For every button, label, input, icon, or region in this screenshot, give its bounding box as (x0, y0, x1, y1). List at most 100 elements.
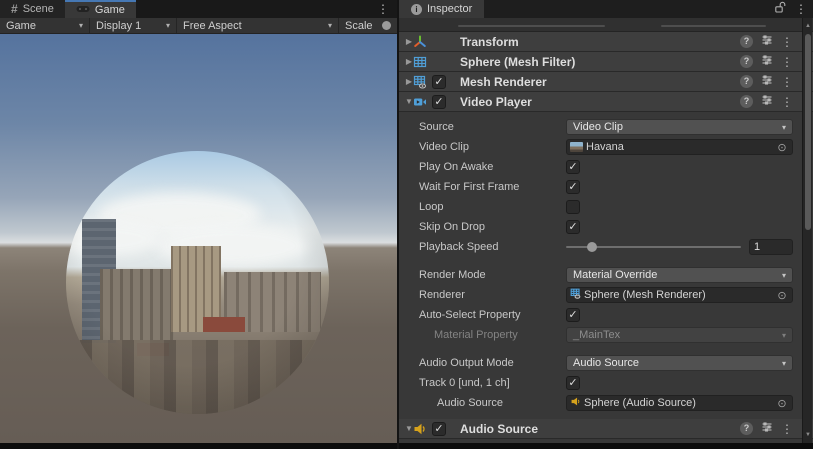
auto-select-checkbox[interactable]: ✓ (566, 308, 580, 322)
tab-scene[interactable]: # Scene (0, 0, 65, 18)
component-header-mesh-filter[interactable]: ▶ Sphere (Mesh Filter) ? ⋮ (399, 52, 813, 72)
audio-source-enabled-checkbox[interactable]: ✓ (432, 422, 446, 436)
source-label: Source (419, 121, 454, 133)
component-menu-button[interactable]: ⋮ (781, 96, 793, 108)
field-skip-on-drop: Skip On Drop ✓ (399, 217, 813, 237)
checkmark: ✓ (434, 96, 443, 108)
aspect-dropdown[interactable]: Free Aspect ▾ (177, 18, 339, 33)
loop-checkbox[interactable] (566, 200, 580, 214)
chevron-down-icon: ▾ (782, 271, 786, 280)
object-picker-icon[interactable]: ⊙ (775, 397, 789, 410)
checkmark: ✓ (568, 309, 577, 321)
mesh-renderer-icon (413, 75, 427, 89)
tab-game-label: Game (95, 4, 125, 16)
playback-speed-slider[interactable] (566, 239, 741, 255)
gamepad-icon (76, 4, 90, 16)
component-label: Video Player (460, 95, 532, 109)
component-header-video-player[interactable]: ▼ ✓ Video Player ? ⋮ (399, 92, 813, 112)
game-panel-menu-button[interactable]: ⋮ (373, 0, 393, 18)
loop-label: Loop (419, 201, 443, 213)
object-picker-icon[interactable]: ⊙ (775, 141, 789, 154)
render-mode-dropdown[interactable]: Material Override ▾ (566, 267, 793, 283)
inspector-scrollbar[interactable]: ▲ ▼ (802, 18, 812, 443)
mesh-renderer-enabled-checkbox[interactable]: ✓ (432, 75, 446, 89)
game-view-toolbar: Game ▾ Display 1 ▾ Free Aspect ▾ Scale (0, 18, 397, 34)
component-menu-button[interactable]: ⋮ (781, 76, 793, 88)
peek-line (661, 25, 766, 27)
component-menu-button[interactable]: ⋮ (781, 56, 793, 68)
scale-label: Scale (345, 20, 373, 32)
inspector-menu-button[interactable]: ⋮ (795, 3, 807, 15)
checkmark: ✓ (434, 423, 443, 435)
chevron-down-icon: ▾ (782, 123, 786, 132)
scroll-up-icon[interactable]: ▲ (803, 20, 813, 32)
play-on-awake-checkbox[interactable]: ✓ (566, 160, 580, 174)
renderer-label: Renderer (419, 289, 465, 301)
audio-source-object-field[interactable]: Sphere (Audio Source) ⊙ (566, 395, 793, 411)
renderer-object-field[interactable]: Sphere (Mesh Renderer) ⊙ (566, 287, 793, 303)
video-clip-value: Havana (586, 141, 775, 153)
aspect-value: Free Aspect (183, 20, 242, 32)
unlock-icon[interactable] (774, 1, 787, 17)
tab-inspector[interactable]: i Inspector (399, 0, 484, 18)
wait-first-frame-label: Wait For First Frame (419, 181, 519, 193)
video-clip-thumbnail (570, 142, 583, 152)
checkmark: ✓ (568, 181, 577, 193)
component-header-audio-source[interactable]: ▼ ✓ Audio Source ? ⋮ (399, 419, 813, 439)
source-dropdown[interactable]: Video Clip ▾ (566, 119, 793, 135)
track0-label: Track 0 [und, 1 ch] (419, 377, 510, 389)
skip-on-drop-checkbox[interactable]: ✓ (566, 220, 580, 234)
presets-icon[interactable] (761, 94, 773, 109)
help-icon[interactable]: ? (740, 422, 753, 435)
tab-inspector-label: Inspector (427, 3, 472, 15)
chevron-down-icon: ▾ (782, 359, 786, 368)
field-auto-select-property: Auto-Select Property ✓ (399, 305, 813, 325)
display-dropdown[interactable]: Display 1 ▾ (90, 18, 177, 33)
mesh-renderer-icon (570, 288, 581, 302)
help-icon[interactable]: ? (740, 95, 753, 108)
field-wait-for-first-frame: Wait For First Frame ✓ (399, 177, 813, 197)
playback-speed-value[interactable]: 1 (749, 239, 793, 255)
video-clip-label: Video Clip (419, 141, 469, 153)
scale-slider-knob[interactable] (382, 21, 391, 30)
renderer-value: Sphere (Mesh Renderer) (584, 289, 775, 301)
object-picker-icon[interactable]: ⊙ (775, 289, 789, 302)
tab-game[interactable]: Game (65, 0, 136, 18)
audio-source-label: Audio Source (437, 397, 503, 409)
presets-icon[interactable] (761, 421, 773, 436)
chevron-down-icon: ▾ (79, 21, 83, 30)
presets-icon[interactable] (761, 34, 773, 49)
track0-checkbox[interactable]: ✓ (566, 376, 580, 390)
audio-source-value: Sphere (Audio Source) (584, 397, 775, 409)
scale-slider[interactable]: Scale (339, 18, 397, 33)
material-property-value: _MainTex (573, 329, 620, 341)
component-menu-button[interactable]: ⋮ (781, 423, 793, 435)
tab-scene-label: Scene (23, 3, 54, 15)
inspector-tabbar: i Inspector ⋮ (399, 0, 813, 18)
chevron-down-icon: ▾ (782, 331, 786, 340)
inspector-panel: i Inspector ⋮ ▶ Transform ? (399, 0, 813, 443)
video-clip-object-field[interactable]: Havana ⊙ (566, 139, 793, 155)
component-header-mesh-renderer[interactable]: ▶ ✓ Mesh Renderer ? ⋮ (399, 72, 813, 92)
component-header-transform[interactable]: ▶ Transform ? ⋮ (399, 32, 813, 52)
help-icon[interactable]: ? (740, 75, 753, 88)
presets-icon[interactable] (761, 74, 773, 89)
chevron-down-icon: ▾ (328, 21, 332, 30)
scroll-down-icon[interactable]: ▼ (803, 429, 813, 441)
field-play-on-awake: Play On Awake ✓ (399, 157, 813, 177)
scrollbar-thumb[interactable] (805, 34, 811, 230)
material-property-dropdown: _MainTex ▾ (566, 327, 793, 343)
component-label: Mesh Renderer (460, 75, 547, 89)
display-value: Display 1 (96, 20, 141, 32)
audio-output-mode-dropdown[interactable]: Audio Source ▾ (566, 355, 793, 371)
checkmark: ✓ (568, 377, 577, 389)
slider-knob[interactable] (587, 242, 597, 252)
video-player-enabled-checkbox[interactable]: ✓ (432, 95, 446, 109)
wait-first-frame-checkbox[interactable]: ✓ (566, 180, 580, 194)
audio-output-mode-label: Audio Output Mode (419, 357, 514, 369)
component-menu-button[interactable]: ⋮ (781, 36, 793, 48)
game-target-dropdown[interactable]: Game ▾ (0, 18, 90, 33)
help-icon[interactable]: ? (740, 55, 753, 68)
help-icon[interactable]: ? (740, 35, 753, 48)
presets-icon[interactable] (761, 54, 773, 69)
